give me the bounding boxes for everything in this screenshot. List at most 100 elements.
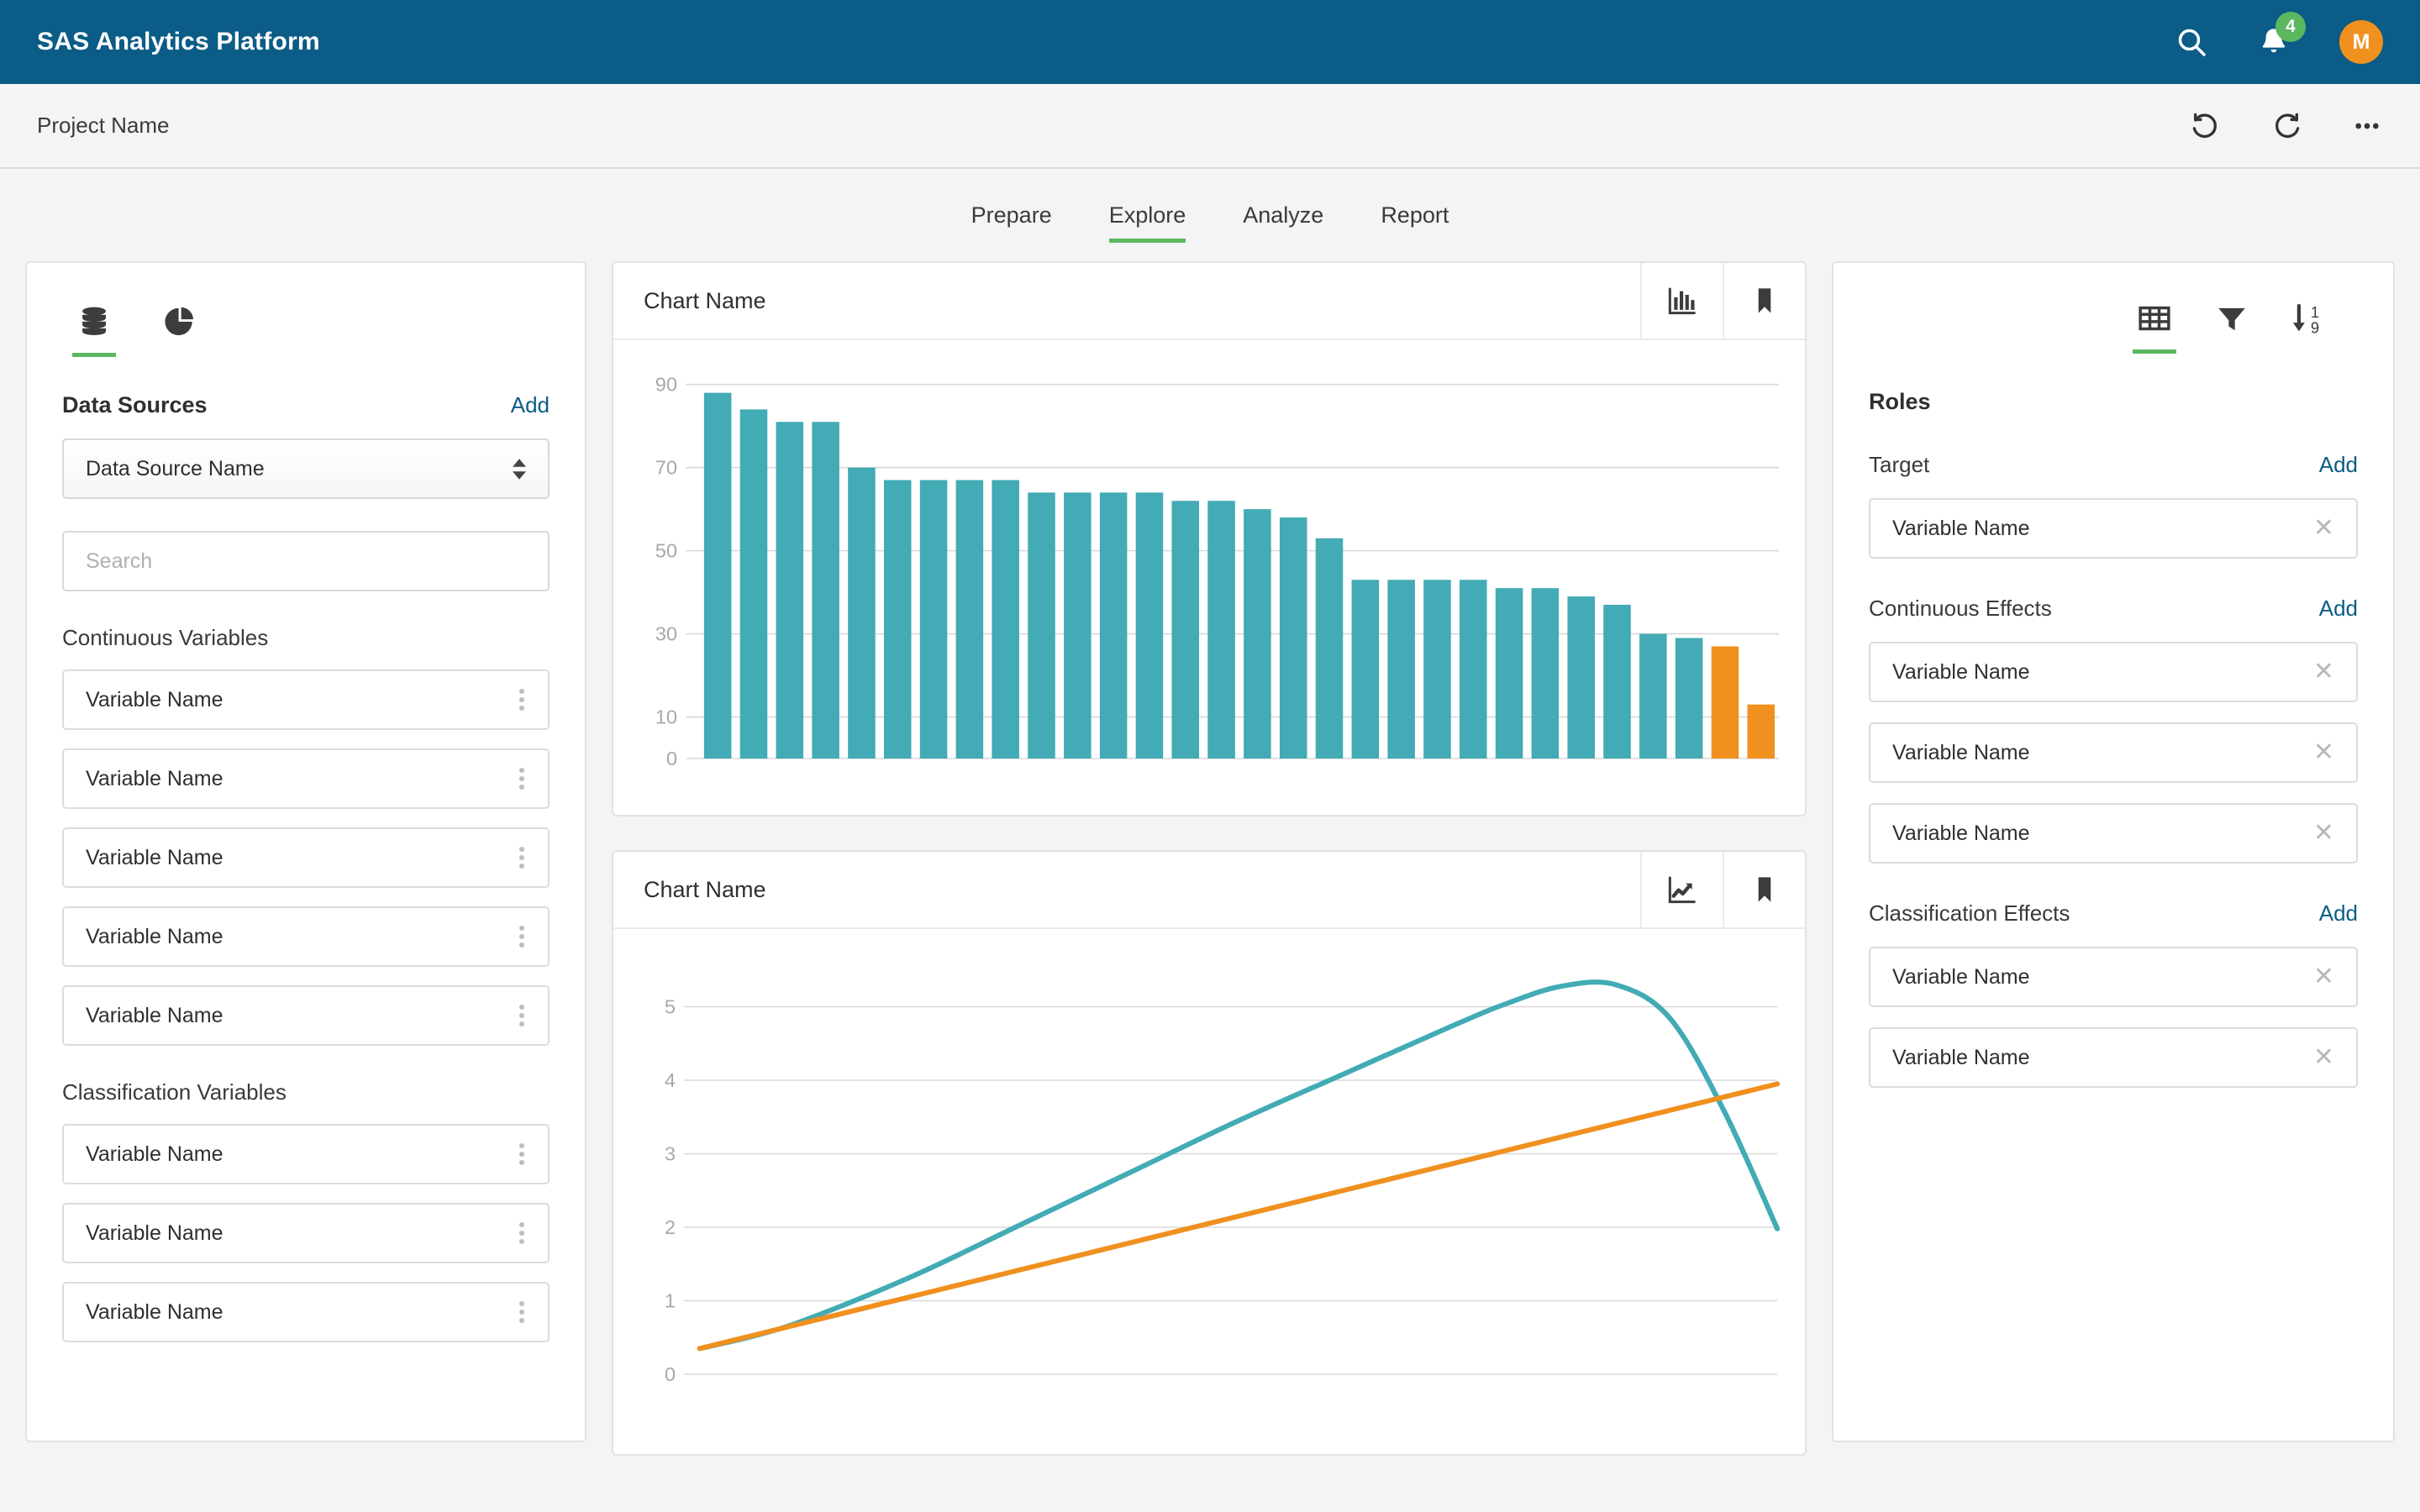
bar[interactable]: [1423, 580, 1451, 759]
panel-tab-filter[interactable]: [2193, 300, 2270, 354]
y-axis-tick-label: 10: [655, 706, 677, 728]
bar[interactable]: [1603, 605, 1631, 759]
continuous-variable-item[interactable]: Variable Name: [62, 669, 550, 730]
bar[interactable]: [1676, 638, 1703, 759]
panel-tab-data-sources[interactable]: [76, 303, 113, 357]
project-name[interactable]: Project Name: [37, 113, 170, 139]
search-button[interactable]: [2175, 25, 2208, 59]
remove-role-icon[interactable]: ✕: [2313, 516, 2334, 541]
role-item-target[interactable]: Variable Name ✕: [1869, 498, 2358, 559]
panel-tab-visualizations[interactable]: [161, 303, 198, 357]
bar[interactable]: [1567, 596, 1595, 759]
remove-role-icon[interactable]: ✕: [2313, 659, 2334, 685]
bar[interactable]: [1244, 509, 1271, 759]
remove-role-icon[interactable]: ✕: [2313, 740, 2334, 765]
remove-role-icon[interactable]: ✕: [2313, 964, 2334, 990]
bar[interactable]: [704, 393, 732, 759]
tab-report[interactable]: Report: [1352, 169, 1477, 261]
add-target-link[interactable]: Add: [2319, 452, 2358, 478]
variable-menu-icon[interactable]: [514, 684, 529, 716]
bar[interactable]: [1639, 634, 1667, 759]
tab-analyze[interactable]: Analyze: [1214, 169, 1352, 261]
variable-menu-icon[interactable]: [514, 1138, 529, 1170]
variable-label: Variable Name: [86, 1004, 224, 1028]
classification-variable-item[interactable]: Variable Name: [62, 1203, 550, 1263]
y-axis-tick-label: 3: [665, 1143, 676, 1165]
bar[interactable]: [1280, 517, 1307, 759]
role-item-continuous-effect[interactable]: Variable Name ✕: [1869, 722, 2358, 783]
project-bar: Project Name: [0, 84, 2420, 169]
data-source-select-value: Data Source Name: [86, 457, 265, 481]
filter-funnel-icon: [2213, 300, 2250, 337]
remove-role-icon[interactable]: ✕: [2313, 1045, 2334, 1070]
continuous-variable-item[interactable]: Variable Name: [62, 827, 550, 888]
bar[interactable]: [1316, 538, 1344, 759]
classification-variable-item[interactable]: Variable Name: [62, 1282, 550, 1342]
database-icon: [76, 303, 113, 340]
variable-menu-icon[interactable]: [514, 1296, 529, 1328]
notifications-button[interactable]: 4: [2257, 25, 2291, 59]
bar[interactable]: [1712, 646, 1739, 759]
charts-column: Chart Name 010305070: [612, 261, 1807, 1456]
bar[interactable]: [740, 409, 768, 759]
line-series[interactable]: [700, 982, 1777, 1348]
role-item-label: Variable Name: [1892, 965, 2030, 990]
tab-label: Report: [1381, 202, 1449, 228]
bar[interactable]: [956, 480, 984, 759]
more-horizontal-icon: [2351, 110, 2383, 142]
classification-variable-item[interactable]: Variable Name: [62, 1124, 550, 1184]
bar-chart-type-button[interactable]: [1640, 263, 1723, 339]
variable-menu-icon[interactable]: [514, 921, 529, 953]
bar[interactable]: [1064, 492, 1092, 759]
bar[interactable]: [848, 468, 876, 759]
bar[interactable]: [1747, 705, 1775, 759]
bar[interactable]: [812, 422, 839, 759]
variable-menu-icon[interactable]: [514, 1000, 529, 1032]
search-input[interactable]: [62, 531, 550, 591]
role-item-continuous-effect[interactable]: Variable Name ✕: [1869, 803, 2358, 864]
bar[interactable]: [1387, 580, 1415, 759]
role-item-classification-effect[interactable]: Variable Name ✕: [1869, 1027, 2358, 1088]
redo-button[interactable]: [2270, 110, 2302, 142]
line-chart-bookmark-button[interactable]: [1723, 852, 1805, 927]
continuous-variable-item[interactable]: Variable Name: [62, 748, 550, 809]
add-data-source-link[interactable]: Add: [511, 392, 550, 418]
role-item-classification-effect[interactable]: Variable Name ✕: [1869, 947, 2358, 1007]
bar[interactable]: [884, 480, 912, 759]
remove-role-icon[interactable]: ✕: [2313, 821, 2334, 846]
bar[interactable]: [1352, 580, 1380, 759]
avatar[interactable]: M: [2339, 20, 2383, 64]
continuous-variable-item[interactable]: Variable Name: [62, 906, 550, 967]
add-continuous-effect-link[interactable]: Add: [2319, 596, 2358, 622]
bar[interactable]: [1207, 501, 1235, 759]
roles-panel: 1 9 Roles Target Add Variable Name ✕ Con…: [1832, 261, 2395, 1442]
bar[interactable]: [920, 480, 948, 759]
line-chart-type-button[interactable]: [1640, 852, 1723, 927]
panel-tab-sort[interactable]: 1 9: [2270, 300, 2348, 354]
panel-tab-roles-table[interactable]: [2116, 300, 2193, 354]
more-options-button[interactable]: [2351, 110, 2383, 142]
variable-menu-icon[interactable]: [514, 1217, 529, 1249]
tab-explore[interactable]: Explore: [1081, 169, 1215, 261]
bar[interactable]: [1532, 588, 1560, 759]
bar[interactable]: [1100, 492, 1128, 759]
bar[interactable]: [1028, 492, 1055, 759]
undo-button[interactable]: [2190, 110, 2222, 142]
bar-chart-bookmark-button[interactable]: [1723, 263, 1805, 339]
line-series[interactable]: [700, 1084, 1777, 1348]
variable-menu-icon[interactable]: [514, 842, 529, 874]
add-classification-effect-link[interactable]: Add: [2319, 900, 2358, 927]
role-item-continuous-effect[interactable]: Variable Name ✕: [1869, 642, 2358, 702]
data-source-select[interactable]: Data Source Name: [62, 438, 550, 499]
bar[interactable]: [776, 422, 804, 759]
bar[interactable]: [1171, 501, 1199, 759]
continuous-variable-item[interactable]: Variable Name: [62, 985, 550, 1046]
bar[interactable]: [992, 480, 1019, 759]
bar-chart-card: Chart Name 010305070: [612, 261, 1807, 816]
bar[interactable]: [1496, 588, 1523, 759]
bar[interactable]: [1136, 492, 1164, 759]
bar[interactable]: [1460, 580, 1487, 759]
bookmark-icon: [1749, 285, 1781, 317]
tab-prepare[interactable]: Prepare: [943, 169, 1081, 261]
variable-menu-icon[interactable]: [514, 763, 529, 795]
